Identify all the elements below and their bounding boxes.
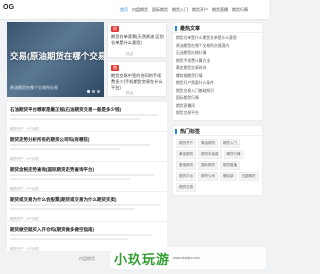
- tag-chip[interactable]: 期货入门: [220, 138, 240, 148]
- post-title[interactable]: 期货走势分析所有的期货公司吗(有哪些): [10, 137, 90, 143]
- hero-title: 交易(原油期货在哪个交易: [10, 51, 104, 61]
- sidebar-link[interactable]: 期货交易平台: [176, 110, 259, 118]
- excerpt-line: [10, 234, 152, 236]
- card-meta: 热点: [126, 91, 134, 95]
- post-list: 石油期货平台哪家是最正规(石油期货交易一般是多少钱) 期货开户 · 4个月前 期…: [7, 102, 167, 252]
- panel-title: 热门标签: [180, 128, 201, 135]
- list-item[interactable]: 石油期货平台哪家是最正规(石油期货交易一般是多少钱) 期货开户 · 4个月前: [7, 102, 167, 132]
- recommend-list: 期货仓单是什么期货仓单是什么意思 原油期货在哪个交易所交易国内 石油期货价格行情…: [173, 33, 262, 120]
- excerpt-line: [10, 174, 155, 176]
- main-nav: 首页 内盘期货 国际期货 期货入门 期货开户 期货直播 期货行情: [120, 7, 248, 13]
- sidebar-link[interactable]: 黄金期货交易时间: [176, 65, 259, 73]
- slider-dot[interactable]: [87, 90, 90, 93]
- post-meta: 期货开户 · 4个月前: [10, 187, 39, 191]
- nav-item-international[interactable]: 国际期货: [152, 7, 168, 13]
- sidebar-link[interactable]: 石油期货价格行情: [176, 50, 259, 58]
- sidebar: 最热文章 期货仓单是什么期货仓单是什么意思 原油期货在哪个交易所交易国内 石油期…: [172, 22, 263, 200]
- slider-dots: [87, 90, 100, 93]
- sidebar-link[interactable]: 螺纹钢期货行情: [176, 73, 259, 81]
- slider-dot[interactable]: [97, 90, 100, 93]
- excerpt-line: [10, 238, 128, 240]
- post-title[interactable]: 期货含税走势查询(国际期货走势查询平台): [10, 167, 94, 173]
- nav-item-quotes[interactable]: 期货行情: [232, 7, 248, 13]
- post-title[interactable]: 期货或交易为什么会股票(期货或交易为什么期货买卖): [10, 197, 117, 203]
- panel-title: 最热文章: [180, 26, 201, 32]
- tag-cloud: 期货开户 原油期货 期货入门 黄金期货 期货手续费 期货行情 股指期货 国际期货…: [173, 136, 262, 195]
- sidebar-link[interactable]: 国际期货行情: [176, 95, 259, 103]
- nav-item-beginner[interactable]: 期货入门: [172, 7, 188, 13]
- accent-bar: [175, 26, 177, 31]
- card-title: 期货仓单背景(天然原油 区别仓单是什么意思): [111, 34, 164, 45]
- tag-chip[interactable]: 原油期货: [198, 138, 218, 148]
- card-tag: 期: [111, 65, 119, 71]
- post-title[interactable]: 期货做空就买入开仓吗(期货做多做空指南): [10, 227, 94, 233]
- nav-item-domestic[interactable]: 内盘期货: [132, 7, 148, 13]
- watermark-url: www.xiaojiu.com: [173, 256, 200, 260]
- sidebar-link[interactable]: 期货手续费计算方法: [176, 58, 259, 66]
- site-logo[interactable]: OG: [3, 4, 14, 11]
- post-meta: 期货开户 · 4个月前: [10, 127, 39, 131]
- sidebar-link[interactable]: 期货直播间: [176, 103, 259, 111]
- sidebar-link[interactable]: 期货开户需要什么条件: [176, 80, 259, 88]
- tag-chip[interactable]: 黄金期货: [176, 149, 196, 159]
- list-item[interactable]: 期货走势分析所有的期货公司吗(有哪些) 期货开户 · 4个月前: [7, 132, 167, 162]
- post-meta: 期货开户 · 4个月前: [10, 157, 39, 161]
- hero-caption: 原油期货在哪个交易所交易: [10, 85, 58, 90]
- post-meta: 期货开户 · 4个月前: [10, 217, 39, 221]
- sidebar-link[interactable]: 期货仓单是什么期货仓单是什么意思: [176, 35, 259, 43]
- excerpt-line: [10, 208, 135, 210]
- featured-card[interactable]: 期 期货交易中签约合同的手续费多少(手机期货交易在什么平台) 热点: [107, 61, 167, 97]
- card-tag: 原: [111, 26, 119, 32]
- list-item[interactable]: 期货含税走势查询(国际期货走势查询平台) 期货开户 · 4个月前: [7, 162, 167, 192]
- tag-chip[interactable]: 期货公司: [198, 171, 218, 181]
- tag-chip[interactable]: 螺纹钢: [220, 171, 237, 181]
- featured-card[interactable]: 原 期货仓单背景(天然原油 区别仓单是什么意思) 热点: [107, 22, 167, 58]
- tags-panel: 热门标签 期货开户 原油期货 期货入门 黄金期货 期货手续费 期货行情 股指期货…: [172, 124, 263, 196]
- accent-bar: [175, 128, 177, 134]
- tag-chip[interactable]: 期货交易: [176, 182, 196, 192]
- excerpt-line: [10, 178, 130, 180]
- watermark-banner: 小玖玩游 www.xiaojiu.com: [110, 247, 266, 269]
- sidebar-link[interactable]: 原油期货在哪个交易所交易国内: [176, 43, 259, 51]
- card-meta: 热点: [126, 52, 134, 56]
- tag-chip[interactable]: 期货直播: [220, 160, 240, 170]
- excerpt-line: [10, 144, 150, 146]
- slider-dot[interactable]: [92, 90, 95, 93]
- tag-chip[interactable]: 期货开户: [176, 138, 196, 148]
- excerpt-line: [10, 114, 158, 116]
- tag-chip[interactable]: 股指期货: [176, 160, 196, 170]
- tag-chip[interactable]: 期货平台: [176, 171, 196, 181]
- hero-slider[interactable]: 交易(原油期货在哪个交易 原油期货在哪个交易所交易: [7, 22, 104, 97]
- sidebar-link[interactable]: 期货交易入门基础知识: [176, 88, 259, 96]
- excerpt-line: [10, 204, 160, 206]
- tag-chip[interactable]: 期货手续费: [198, 149, 222, 159]
- top-navbar: OG 首页 内盘期货 国际期货 期货入门 期货开户 期货直播 期货行情: [0, 0, 269, 20]
- post-meta: 期货开户 · 4个月前: [10, 247, 39, 251]
- tag-chip[interactable]: 白银期货: [238, 171, 259, 181]
- tag-chip[interactable]: 国际期货: [198, 160, 218, 170]
- post-title[interactable]: 石油期货平台哪家是最正规(石油期货交易一般是多少钱): [10, 107, 121, 113]
- nav-item-account[interactable]: 期货开户: [192, 7, 208, 13]
- tag-chip[interactable]: 期货行情: [223, 149, 244, 159]
- nav-item-home[interactable]: 首页: [120, 7, 128, 13]
- nav-item-live[interactable]: 期货直播: [212, 7, 228, 13]
- panel-header: 热门标签: [173, 126, 262, 136]
- excerpt-line: [10, 148, 120, 150]
- list-item[interactable]: 期货或交易为什么会股票(期货或交易为什么期货买卖) 期货开户 · 4个月前: [7, 192, 167, 222]
- recommend-panel: 最热文章 期货仓单是什么期货仓单是什么意思 原油期货在哪个交易所交易国内 石油期…: [172, 22, 263, 121]
- card-title: 期货交易中签约合同的手续费多少(手机期货交易在什么平台): [111, 73, 163, 90]
- watermark-text: 小玖玩游: [114, 251, 171, 267]
- panel-header: 最热文章: [173, 23, 262, 33]
- excerpt-line: [10, 118, 140, 120]
